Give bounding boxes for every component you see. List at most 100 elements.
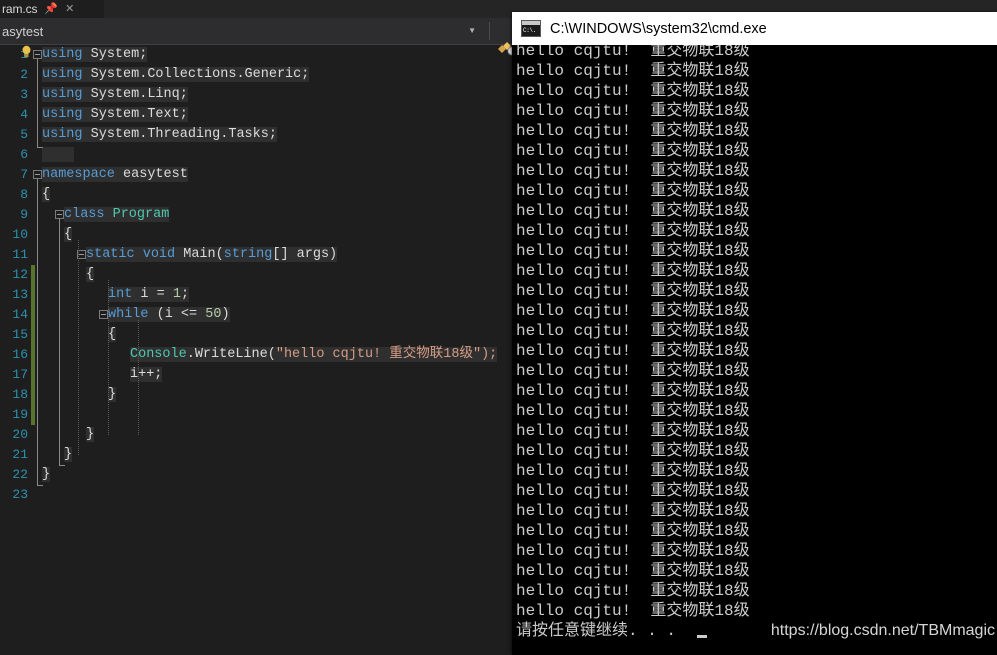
console-output-line: hello cqjtu! 重交物联18级 — [516, 442, 750, 460]
console-output-line: hello cqjtu! 重交物联18级 — [516, 482, 750, 500]
code-token: } — [42, 467, 51, 482]
code-token: void — [142, 247, 176, 262]
code-line[interactable]: { — [86, 265, 95, 285]
code-token: using — [42, 107, 83, 122]
code-line[interactable]: class Program — [64, 205, 170, 225]
line-number: 13 — [12, 287, 28, 302]
line-number: 12 — [12, 267, 28, 282]
code-token: static — [86, 247, 135, 262]
line-number: 7 — [20, 167, 28, 182]
code-line-text: using System; — [42, 47, 148, 62]
code-line[interactable]: Console.WriteLine("hello cqjtu! 重交物联18级"… — [130, 345, 498, 365]
code-line[interactable]: } — [64, 445, 73, 465]
code-token: 1 — [172, 287, 181, 302]
code-line-text: i++; — [130, 367, 163, 382]
code-line[interactable]: i++; — [130, 365, 163, 385]
code-line-text: { — [108, 327, 117, 342]
code-line[interactable] — [42, 145, 75, 165]
outlining-bracket — [37, 59, 38, 147]
console-output-line: hello cqjtu! 重交物联18级 — [516, 562, 750, 580]
code-line[interactable]: } — [42, 465, 51, 485]
console-output-line: hello cqjtu! 重交物联18级 — [516, 342, 750, 360]
line-number-gutter: 1 2 3 4 5 6 7 8 9 10 11 12 13 14 15 16 17 18 19 20 21 22 23 — [0, 45, 30, 655]
console-output-line: hello cqjtu! 重交物联18级 — [516, 62, 750, 80]
code-token: 50 — [205, 307, 222, 322]
code-line[interactable]: using System.Linq; — [42, 85, 188, 105]
code-line-text: using System.Text; — [42, 107, 188, 122]
code-line-text: using System.Linq; — [42, 87, 188, 102]
code-token: [] args) — [272, 247, 338, 262]
line-number: 17 — [12, 367, 28, 382]
code-token: easytest — [114, 167, 188, 182]
line-number: 2 — [20, 67, 28, 82]
chevron-down-icon[interactable]: ▼ — [468, 27, 476, 35]
line-number: 19 — [12, 407, 28, 422]
editor-tab-program-cs[interactable]: ram.cs 📌 ✕ — [0, 0, 104, 18]
indent-guide — [78, 240, 79, 455]
code-line-text: while (i <= 50) — [108, 307, 230, 322]
navigation-scope-value: asytest — [2, 23, 44, 39]
code-line[interactable]: int i = 1; — [108, 285, 190, 305]
line-number: 20 — [12, 427, 28, 442]
code-line[interactable]: { — [64, 225, 73, 245]
console-output-line: hello cqjtu! 重交物联18级 — [516, 222, 750, 240]
code-token: Main( — [175, 247, 224, 262]
cmd-icon-prompt: C:\. — [522, 25, 540, 36]
code-line[interactable]: } — [108, 385, 117, 405]
code-line-text: using System.Threading.Tasks; — [42, 127, 277, 142]
console-output-line: hello cqjtu! 重交物联18级 — [516, 262, 750, 280]
code-line[interactable]: namespace easytest — [42, 165, 188, 185]
code-line[interactable]: static void Main(string[] args) — [86, 245, 338, 265]
console-output-line: hello cqjtu! 重交物联18级 — [516, 502, 750, 520]
code-token: { — [86, 267, 95, 282]
code-token: using — [42, 87, 83, 102]
console-output-line: hello cqjtu! 重交物联18级 — [516, 142, 750, 160]
cmd-icon: C:\. — [521, 20, 541, 37]
code-line[interactable]: using System.Text; — [42, 105, 188, 125]
code-token: using — [42, 127, 83, 142]
console-output-line: hello cqjtu! 重交物联18级 — [516, 302, 750, 320]
line-number: 21 — [12, 447, 28, 462]
code-token: Program — [112, 207, 170, 222]
console-output-line: hello cqjtu! 重交物联18级 — [516, 102, 750, 120]
watermark-text: https://blog.csdn.net/TBMmagic — [770, 622, 995, 639]
code-line[interactable]: { — [42, 185, 51, 205]
line-number: 16 — [12, 347, 28, 362]
code-token: i = — [132, 287, 173, 302]
pin-icon[interactable]: 📌 — [44, 3, 58, 15]
console-title-text: C:\WINDOWS\system32\cmd.exe — [550, 20, 767, 37]
code-fold-toggle[interactable] — [55, 210, 64, 219]
code-line[interactable]: } — [86, 425, 95, 445]
code-line-text: { — [64, 227, 73, 242]
code-fold-toggle[interactable] — [33, 170, 42, 179]
line-number: 15 — [12, 327, 28, 342]
code-token: (i <= — [148, 307, 206, 322]
line-number: 11 — [12, 247, 28, 262]
code-line[interactable]: using System.Threading.Tasks; — [42, 125, 277, 145]
console-output-line: hello cqjtu! 重交物联18级 — [516, 182, 750, 200]
code-line-text: } — [86, 427, 95, 442]
console-output-line: hello cqjtu! 重交物联18级 — [516, 462, 750, 480]
console-output-area[interactable]: hello cqjtu! 重交物联18级 hello cqjtu! 重交物联18级… — [512, 45, 997, 655]
outlining-bracket-foot — [37, 147, 43, 148]
console-output-line: hello cqjtu! 重交物联18级 — [516, 122, 750, 140]
cmd-console-window[interactable]: C:\. C:\WINDOWS\system32\cmd.exe hello c… — [512, 12, 997, 655]
code-line-text: Console.WriteLine("hello cqjtu! 重交物联18级"… — [130, 347, 498, 362]
code-fold-toggle[interactable] — [99, 310, 108, 319]
line-number: 9 — [20, 207, 28, 222]
close-icon[interactable]: ✕ — [65, 3, 74, 15]
code-line[interactable]: using System.Collections.Generic; — [42, 65, 310, 85]
code-line[interactable]: while (i <= 50) — [108, 305, 230, 325]
editor-tab-label: ram.cs — [2, 2, 38, 16]
code-line[interactable]: using System; — [42, 45, 148, 65]
code-line[interactable]: { — [108, 325, 117, 345]
console-title-bar[interactable]: C:\. C:\WINDOWS\system32\cmd.exe — [512, 12, 997, 45]
console-output-line: hello cqjtu! 重交物联18级 — [516, 542, 750, 560]
code-token: class — [64, 207, 113, 222]
code-fold-toggle[interactable] — [33, 50, 42, 59]
line-number: 3 — [20, 87, 28, 102]
console-cursor — [697, 635, 707, 638]
navigation-scope-dropdown[interactable]: asytest ▼ — [0, 19, 490, 43]
code-token: } — [108, 387, 117, 402]
